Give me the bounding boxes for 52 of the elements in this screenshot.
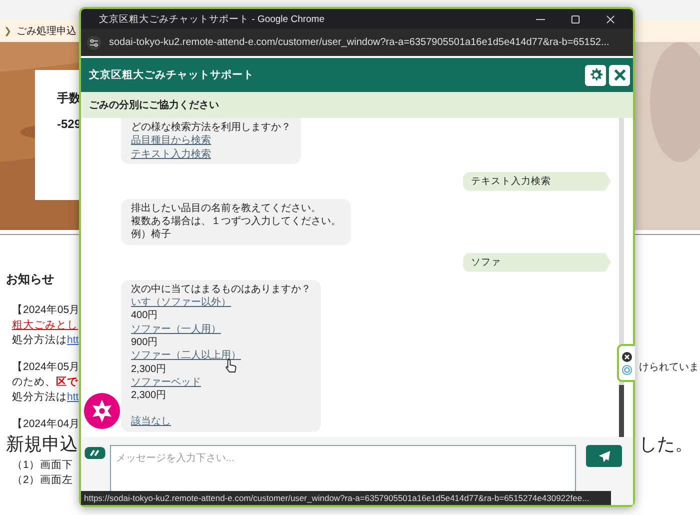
message-text: 2,300円 xyxy=(131,362,166,376)
paper-plane-icon xyxy=(598,450,610,462)
option-link[interactable]: ソファー（二人以上用） xyxy=(131,349,241,363)
option-link[interactable]: いす（ソファー以外） xyxy=(131,296,231,310)
option-link[interactable]: 該当なし xyxy=(131,415,171,429)
close-button[interactable] xyxy=(609,64,630,86)
message-text: 900円 xyxy=(131,336,158,350)
notice-text: （2）画面左 xyxy=(12,474,73,486)
notice-text: 処分方法は xyxy=(12,390,67,402)
user-message-bubble: ソファ xyxy=(463,252,611,272)
notice-text: 区で xyxy=(56,376,78,388)
breadcrumb-link[interactable]: ごみ処理申込 xyxy=(16,24,77,38)
notice-text: （1）画面下 xyxy=(12,458,73,470)
notice-text: けられていま xyxy=(638,360,700,374)
notice-text: 【2024年04月 xyxy=(12,418,80,430)
notice-text: 【2024年05月 xyxy=(12,304,80,316)
chat-title: 文京区粗大ごみチャットサポート xyxy=(89,68,254,82)
avatar-icon xyxy=(83,392,121,430)
notice-text: のため、 xyxy=(12,376,56,388)
chevron-icon: ❯ xyxy=(4,26,12,36)
settings-icon[interactable] xyxy=(87,36,101,50)
notice-link[interactable]: 粗大ごみとし xyxy=(12,318,78,330)
settings-button[interactable] xyxy=(585,64,606,86)
option-link[interactable]: ソファーベッド xyxy=(131,376,201,390)
notice-link[interactable]: htt xyxy=(67,334,79,346)
message-text: 2,300円 xyxy=(131,389,166,402)
hand-cursor-icon xyxy=(225,358,237,374)
section-heading: お知らせ xyxy=(6,271,55,288)
message-text: 例）椅子 xyxy=(131,228,171,242)
notice-heading: 新規申込 xyxy=(6,434,78,454)
window-title: 文京区粗大ごみチャットサポート - Google Chrome xyxy=(98,12,325,26)
message-text: 排出したい品目の名前を教えてください。 xyxy=(131,202,321,216)
option-link[interactable]: テキスト入力検索 xyxy=(131,148,211,161)
notice-text: した。 xyxy=(638,433,694,456)
notice-link[interactable]: htt xyxy=(67,390,79,402)
notice-text: 処分方法は xyxy=(12,334,67,346)
message-text: 次の中に当てはまるものはありますか？ xyxy=(131,282,311,296)
user-message-bubble: テキスト入力検索 xyxy=(463,172,611,191)
gear-icon xyxy=(588,67,604,83)
option-link[interactable]: ソファー（一人用） xyxy=(131,322,221,336)
message-text: どの様な検索方法を利用しますか？ xyxy=(131,121,291,134)
close-icon xyxy=(612,67,628,83)
close-icon[interactable] xyxy=(622,352,632,362)
notice-text: ごみの分別にご協力ください xyxy=(89,98,219,112)
send-button[interactable] xyxy=(586,445,622,467)
url-tooltip: https://sodai-tokyo-ku2.remote-attend-e.com/customer/user_window?ra-a=6357905501a16e1d5e414d77&ra-b=6515274e430922fee... xyxy=(81,491,611,505)
close-icon[interactable] xyxy=(606,14,615,24)
option-link[interactable]: 品目種目から検索 xyxy=(131,134,211,148)
notice-text: 【2024年05月 xyxy=(12,360,80,372)
message-text: 400円 xyxy=(131,309,158,323)
maximize-icon[interactable] xyxy=(571,14,580,24)
message-text: 複数ある場合は、１つずつ入力してください。 xyxy=(131,215,341,228)
